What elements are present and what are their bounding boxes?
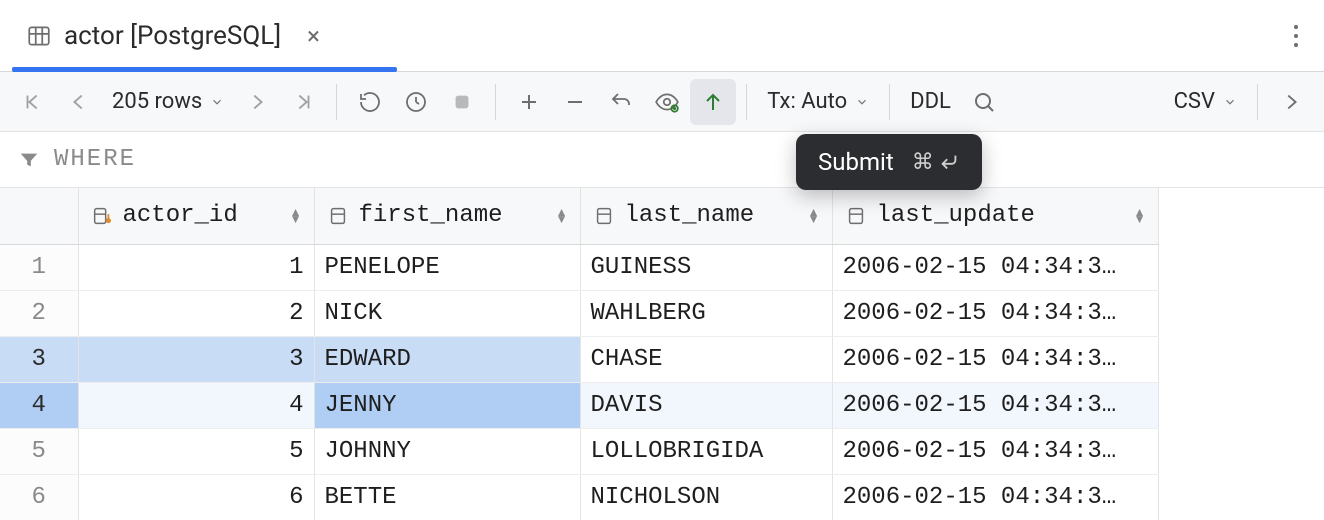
column-header-last-update[interactable]: last_update ▲▼ — [832, 188, 1158, 244]
cell-actor-id[interactable]: 4 — [78, 382, 314, 428]
row-number[interactable]: 6 — [0, 474, 78, 520]
table-row[interactable]: 11PENELOPEGUINESS2006-02-15 04:34:3… — [0, 244, 1158, 290]
table-row[interactable]: 44JENNYDAVIS2006-02-15 04:34:3… — [0, 382, 1158, 428]
filter-icon — [18, 149, 40, 171]
tx-label: Tx: Auto — [767, 89, 847, 114]
stop-pending-button[interactable] — [393, 79, 439, 125]
column-label: actor_id — [123, 202, 238, 229]
tab-title: actor [PostgreSQL] — [64, 21, 281, 51]
cell-last-update[interactable]: 2006-02-15 04:34:3… — [832, 428, 1158, 474]
column-header-first-name[interactable]: first_name ▲▼ — [314, 188, 580, 244]
sort-icon: ▲▼ — [1134, 209, 1146, 223]
column-label: first_name — [359, 202, 503, 229]
toolbar: 205 rows Tx: Auto DDL CS — [0, 72, 1324, 132]
more-options-button[interactable] — [1280, 17, 1312, 55]
sort-icon: ▲▼ — [290, 209, 302, 223]
search-button[interactable] — [961, 79, 1007, 125]
tab-actor[interactable]: actor [PostgreSQL] × — [12, 0, 334, 71]
preview-changes-button[interactable] — [644, 79, 690, 125]
table-icon — [26, 23, 52, 49]
cell-first-name[interactable]: PENELOPE — [314, 244, 580, 290]
row-number[interactable]: 5 — [0, 428, 78, 474]
first-page-button[interactable] — [10, 79, 56, 125]
cell-last-update[interactable]: 2006-02-15 04:34:3… — [832, 336, 1158, 382]
submit-tooltip: Submit ⌘ — [796, 134, 982, 190]
cancel-button[interactable] — [439, 79, 485, 125]
cell-actor-id[interactable]: 3 — [78, 336, 314, 382]
tooltip-label: Submit — [818, 148, 894, 176]
column-icon — [593, 205, 615, 227]
column-header-actor-id[interactable]: actor_id ▲▼ — [78, 188, 314, 244]
cell-last-name[interactable]: NICHOLSON — [580, 474, 832, 520]
cell-last-update[interactable]: 2006-02-15 04:34:3… — [832, 382, 1158, 428]
row-number[interactable]: 3 — [0, 336, 78, 382]
sort-icon: ▲▼ — [808, 209, 820, 223]
cell-actor-id[interactable]: 5 — [78, 428, 314, 474]
column-header-rownum[interactable] — [0, 188, 78, 244]
delete-row-button[interactable] — [552, 79, 598, 125]
column-icon — [327, 205, 349, 227]
table-row[interactable]: 22NICKWAHLBERG2006-02-15 04:34:3… — [0, 290, 1158, 336]
tab-underline — [12, 67, 397, 72]
cell-last-name[interactable]: WAHLBERG — [580, 290, 832, 336]
ddl-button[interactable]: DDL — [900, 79, 961, 125]
row-number[interactable]: 1 — [0, 244, 78, 290]
data-grid: actor_id ▲▼ first_name ▲▼ — [0, 188, 1324, 520]
row-number[interactable]: 2 — [0, 290, 78, 336]
ddl-label: DDL — [910, 89, 951, 114]
transaction-mode-dropdown[interactable]: Tx: Auto — [757, 79, 879, 125]
row-count-label: 205 rows — [112, 89, 202, 114]
cell-first-name[interactable]: EDWARD — [314, 336, 580, 382]
column-icon — [845, 205, 867, 227]
cell-first-name[interactable]: JENNY — [314, 382, 580, 428]
column-label: last_update — [877, 202, 1035, 229]
cell-last-update[interactable]: 2006-02-15 04:34:3… — [832, 244, 1158, 290]
where-placeholder: WHERE — [54, 146, 136, 173]
sort-icon: ▲▼ — [556, 209, 568, 223]
add-row-button[interactable] — [506, 79, 552, 125]
where-filter-bar[interactable]: WHERE — [0, 132, 1324, 188]
export-format-dropdown[interactable]: CSV — [1164, 79, 1247, 125]
table-row[interactable]: 66BETTENICHOLSON2006-02-15 04:34:3… — [0, 474, 1158, 520]
cell-last-name[interactable]: DAVIS — [580, 382, 832, 428]
cell-first-name[interactable]: BETTE — [314, 474, 580, 520]
cell-actor-id[interactable]: 1 — [78, 244, 314, 290]
cell-actor-id[interactable]: 2 — [78, 290, 314, 336]
last-page-button[interactable] — [280, 79, 326, 125]
prev-page-button[interactable] — [56, 79, 102, 125]
cell-last-name[interactable]: GUINESS — [580, 244, 832, 290]
export-label: CSV — [1174, 89, 1215, 114]
cell-last-update[interactable]: 2006-02-15 04:34:3… — [832, 290, 1158, 336]
cell-first-name[interactable]: JOHNNY — [314, 428, 580, 474]
close-icon[interactable]: × — [307, 24, 320, 48]
row-count-dropdown[interactable]: 205 rows — [102, 79, 234, 125]
cell-first-name[interactable]: NICK — [314, 290, 580, 336]
row-number[interactable]: 4 — [0, 382, 78, 428]
primary-key-icon — [91, 205, 113, 227]
cell-last-update[interactable]: 2006-02-15 04:34:3… — [832, 474, 1158, 520]
reload-button[interactable] — [347, 79, 393, 125]
column-header-last-name[interactable]: last_name ▲▼ — [580, 188, 832, 244]
submit-button[interactable] — [690, 79, 736, 125]
cell-last-name[interactable]: CHASE — [580, 336, 832, 382]
revert-button[interactable] — [598, 79, 644, 125]
expand-button[interactable] — [1268, 79, 1314, 125]
tooltip-shortcut: ⌘ — [912, 150, 960, 175]
table-row[interactable]: 55JOHNNYLOLLOBRIGIDA2006-02-15 04:34:3… — [0, 428, 1158, 474]
column-label: last_name — [625, 202, 755, 229]
cell-last-name[interactable]: LOLLOBRIGIDA — [580, 428, 832, 474]
table-row[interactable]: 33EDWARDCHASE2006-02-15 04:34:3… — [0, 336, 1158, 382]
next-page-button[interactable] — [234, 79, 280, 125]
cell-actor-id[interactable]: 6 — [78, 474, 314, 520]
tab-bar: actor [PostgreSQL] × — [0, 0, 1324, 72]
